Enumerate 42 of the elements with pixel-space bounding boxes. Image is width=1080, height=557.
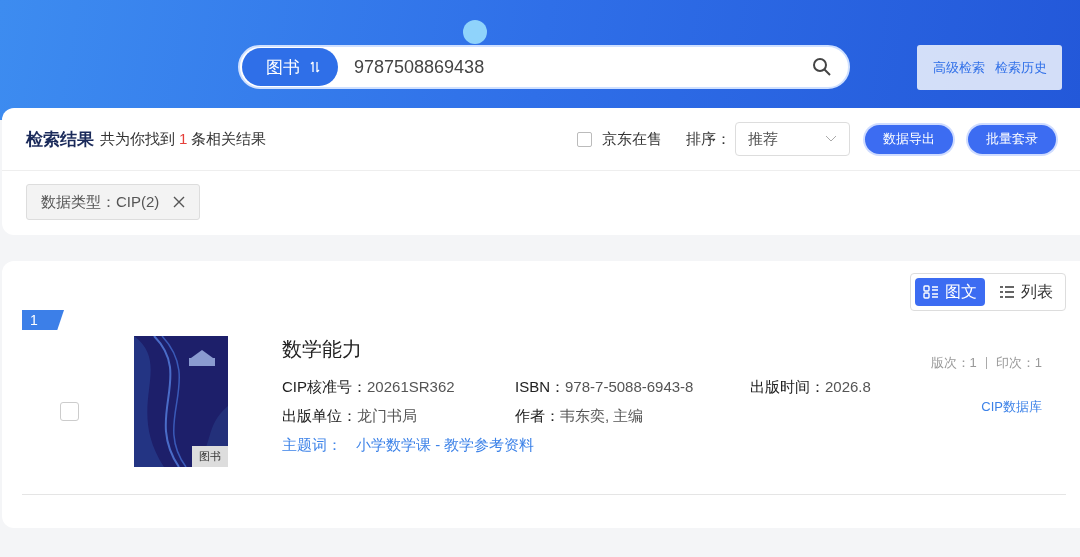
field-label: 出版时间： — [750, 378, 825, 395]
field-value: 韦东奕, 主编 — [560, 407, 644, 424]
search-bar[interactable]: 图书 9787508869438 — [238, 45, 850, 89]
subject-link[interactable]: 小学数学课 - 教学参考资料 — [356, 436, 535, 453]
card-list-icon — [923, 285, 939, 299]
results-summary: 共为你找到 1 条相关结果 — [100, 129, 267, 149]
subject-label: 主题词： — [282, 436, 342, 453]
printing-text: 印次：1 — [995, 354, 1042, 372]
checkbox[interactable] — [577, 131, 592, 147]
source-link[interactable]: CIP数据库 — [981, 398, 1042, 416]
edition-text: 版次：1 — [930, 354, 977, 372]
search-icon[interactable] — [812, 57, 832, 77]
chevron-down-icon — [825, 135, 837, 143]
header-link[interactable]: 高级检索 — [932, 58, 985, 77]
field-value: 978-7-5088-6943-8 — [565, 378, 694, 395]
action-button[interactable]: 数据导出 — [865, 124, 953, 154]
checkbox-label[interactable]: 京东在售 — [602, 129, 662, 149]
field-label: CIP核准号： — [282, 378, 367, 395]
search-input[interactable]: 9787508869438 — [352, 55, 812, 79]
field-label: ISBN： — [515, 378, 565, 395]
field-label: 作者： — [515, 407, 560, 424]
header-link[interactable]: 检索历史 — [994, 58, 1047, 77]
swap-icon — [310, 61, 320, 73]
results-title: 检索结果 — [26, 128, 94, 151]
field-label: 出版单位： — [282, 407, 357, 424]
filter-chip[interactable]: 数据类型：CIP(2) — [26, 184, 201, 220]
book-title[interactable]: 数学能力 — [282, 336, 902, 366]
type-badge: 图书 — [192, 446, 228, 467]
view-tab[interactable]: 列表 — [991, 278, 1061, 306]
checkbox[interactable] — [59, 401, 79, 421]
close-icon[interactable] — [173, 196, 186, 208]
sort-dropdown[interactable]: 推荐 — [735, 122, 850, 156]
field-value: 龙门书局 — [357, 407, 417, 424]
field-value: 20261SR362 — [367, 378, 455, 395]
view-tab[interactable]: 图文 — [915, 278, 985, 306]
result-index: 1 — [22, 310, 64, 330]
field-value: 2026.8 — [825, 378, 871, 395]
search-type-button[interactable]: 图书 — [242, 48, 338, 86]
list-icon — [999, 285, 1015, 299]
dot-decoration — [463, 20, 487, 44]
sort-label: 排序： — [686, 129, 731, 149]
action-button[interactable]: 批量套录 — [968, 124, 1056, 154]
